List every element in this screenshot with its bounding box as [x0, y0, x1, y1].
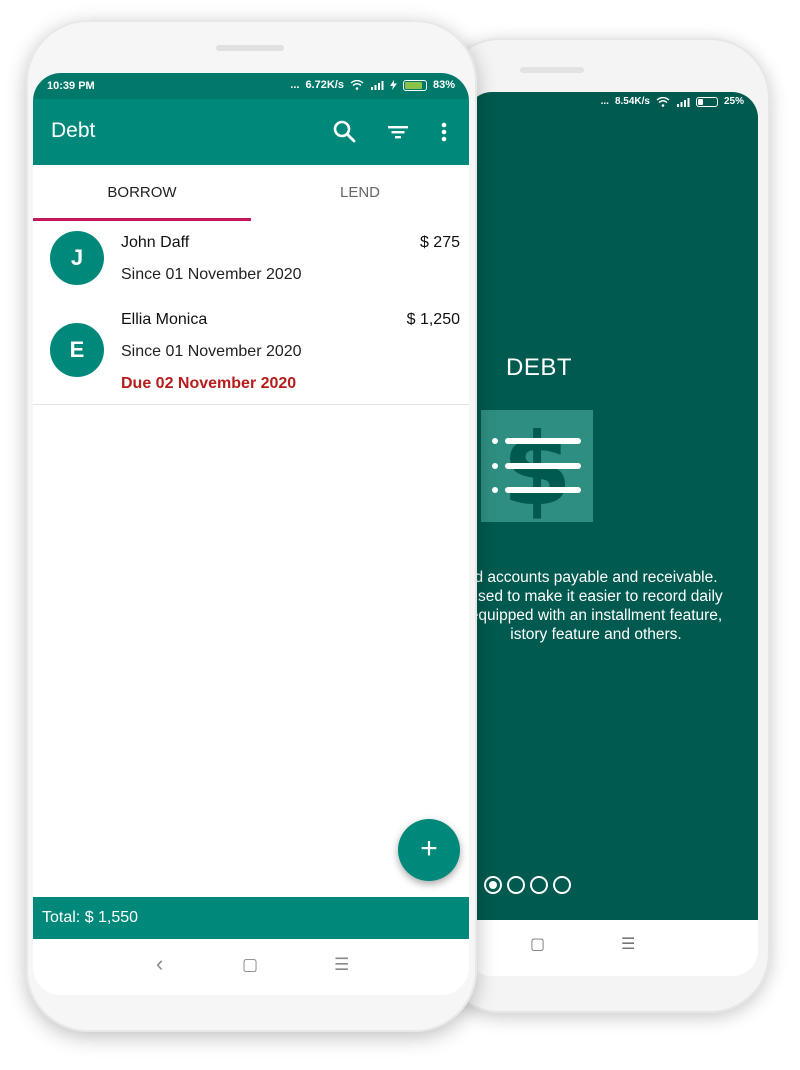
status-time: 10:39 PM	[47, 80, 95, 92]
onboarding-screen: ... 8.54K/s 25% DEBT $ d accounts payabl…	[466, 92, 758, 920]
status-dots: ...	[290, 79, 300, 91]
tab-borrow[interactable]: BORROW	[33, 165, 251, 221]
back-button[interactable]: ‹	[156, 951, 163, 977]
more-vertical-icon	[441, 122, 447, 142]
status-bar: 10:39 PM ... 6.72K/s 83%	[33, 73, 469, 99]
debt-list-dollar-icon: $	[481, 410, 593, 528]
more-options-button[interactable]	[430, 118, 458, 146]
page-dot-4[interactable]	[553, 876, 571, 894]
home-button[interactable]: ▢	[242, 955, 258, 975]
page-dot-3[interactable]	[530, 876, 548, 894]
charging-icon	[389, 80, 397, 90]
search-button[interactable]	[331, 118, 359, 146]
wifi-icon	[656, 96, 670, 107]
back-navigation-bar: ▢ ☰	[466, 920, 758, 976]
avatar: E	[50, 323, 104, 377]
back-status-bar: ... 8.54K/s 25%	[601, 96, 744, 107]
since-date: Since 01 November 2020	[121, 266, 302, 283]
since-date: Since 01 November 2020	[121, 343, 302, 360]
filter-icon	[388, 126, 408, 139]
network-speed: 6.72K/s	[305, 79, 344, 91]
back-phone-speaker	[520, 67, 584, 73]
debtor-name: John Daff	[121, 234, 190, 251]
signal-icon	[370, 81, 384, 90]
recents-button[interactable]: ☰	[334, 955, 349, 975]
avatar: J	[50, 231, 104, 285]
description-line: istory feature and others.	[510, 626, 682, 643]
description-line: d accounts payable and receivable.	[474, 569, 718, 586]
page-indicator	[484, 876, 571, 894]
list-item[interactable]: E Ellia Monica $ 1,250 Since 01 November…	[33, 297, 469, 405]
total-amount: Total: $ 1,550	[42, 909, 139, 926]
battery-percent: 83%	[432, 79, 455, 91]
front-phone-speaker	[216, 45, 284, 51]
list-item[interactable]: J John Daff $ 275 Since 01 November 2020	[33, 221, 469, 298]
add-debt-button[interactable]: +	[398, 819, 460, 881]
due-date: Due 02 November 2020	[121, 375, 297, 392]
battery-icon	[695, 96, 718, 107]
page-title: Debt	[51, 119, 96, 142]
status-dots: ...	[600, 96, 609, 107]
tab-lend[interactable]: LEND	[251, 165, 469, 221]
onboarding-description: d accounts payable and receivable. used …	[466, 568, 746, 644]
filter-button[interactable]	[384, 118, 412, 146]
search-icon	[333, 120, 356, 143]
battery-icon	[402, 79, 427, 91]
description-line: used to make it easier to record daily	[469, 588, 723, 605]
signal-icon	[676, 97, 690, 107]
description-line: equipped with an installment feature,	[469, 607, 723, 624]
debt-app-screen: 10:39 PM ... 6.72K/s 83% Debt BORROW LEN…	[33, 73, 469, 995]
page-dot-1[interactable]	[484, 876, 502, 894]
tab-bar: BORROW LEND	[33, 165, 469, 221]
page-dot-2[interactable]	[507, 876, 525, 894]
recents-button[interactable]: ☰	[621, 934, 635, 954]
debt-amount: $ 275	[419, 234, 460, 251]
total-bar: Total: $ 1,550	[33, 897, 469, 939]
navigation-bar: ‹ ▢ ☰	[33, 939, 469, 995]
onboarding-title: DEBT	[506, 354, 573, 381]
network-speed: 8.54K/s	[614, 96, 650, 107]
plus-icon: +	[420, 832, 438, 865]
battery-percent: 25%	[723, 96, 744, 107]
wifi-icon	[350, 80, 364, 90]
home-button[interactable]: ▢	[530, 934, 545, 954]
debtor-name: Ellia Monica	[121, 311, 208, 328]
app-bar: Debt	[33, 99, 469, 165]
debt-amount: $ 1,250	[406, 311, 460, 328]
